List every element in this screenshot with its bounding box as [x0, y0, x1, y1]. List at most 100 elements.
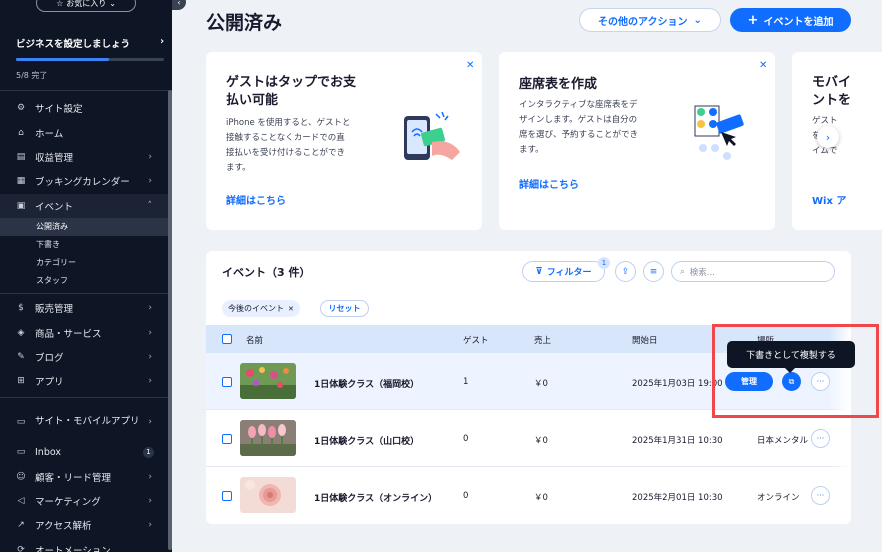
more-actions-button[interactable]: その他のアクション ⌄: [579, 8, 721, 32]
reset-button[interactable]: リセット: [320, 300, 369, 317]
sidebar-item-automation[interactable]: ⟳ オートメーション: [0, 538, 172, 552]
apps-icon: ⊞: [17, 376, 25, 387]
sidebar-item-analytics[interactable]: ↗ アクセス解析 ›: [0, 513, 172, 537]
sidebar-item-revenue[interactable]: ▤ 収益管理 ›: [0, 145, 172, 169]
carousel-next-button[interactable]: ›: [817, 126, 839, 148]
sidebar-item-site-settings[interactable]: ⚙ サイト設定: [0, 96, 172, 120]
sidebar-item-booking-calendar[interactable]: ▦ ブッキングカレンダー ›: [0, 169, 172, 193]
event-location: 日本メンタル: [757, 436, 809, 446]
sliders-icon: ≡: [649, 266, 658, 277]
sidebar-item-apps[interactable]: ⊞ アプリ ›: [0, 369, 172, 393]
row-checkbox[interactable]: [222, 434, 232, 444]
column-name[interactable]: 名前: [246, 334, 263, 346]
card-title-line: ゲストはタップでお支: [226, 75, 357, 90]
promo-card-seating-chart: ✕ 座席表を作成 インタラクティブな座席表をデ ザインします。ゲストは自分の 席…: [499, 52, 775, 230]
sidebar-item-marketing[interactable]: ◁ マーケティング ›: [0, 489, 172, 513]
sidebar-nav-2: $ 販売管理 › ◈ 商品・サービス › ✎ ブログ › ⊞ アプリ ›: [0, 296, 172, 394]
setup-progress-fill: [16, 58, 109, 61]
sidebar-item-products[interactable]: ◈ 商品・サービス ›: [0, 320, 172, 344]
more-options-button[interactable]: ···: [811, 429, 830, 448]
sidebar-subitem-staff[interactable]: スタッフ: [0, 272, 172, 290]
calendar-icon: ▦: [16, 176, 26, 187]
export-button[interactable]: ⇪: [615, 261, 636, 282]
filter-count-badge: 1: [598, 257, 610, 269]
sidebar-subitem-categories[interactable]: カテゴリー: [0, 254, 172, 272]
sidebar-item-sales[interactable]: $ 販売管理 ›: [0, 296, 172, 320]
sidebar-item-inbox[interactable]: ▭ Inbox 1: [0, 440, 172, 464]
learn-more-link[interactable]: 詳細はこちら: [519, 176, 579, 191]
card-title-line: ントを: [812, 93, 852, 108]
learn-more-link[interactable]: Wix ア: [812, 192, 846, 207]
chevron-right-icon: ›: [825, 130, 831, 144]
sidebar-item-events[interactable]: ▣ イベント ˄: [0, 193, 172, 218]
card-text-line: ます。: [226, 163, 251, 173]
sidebar-scrollbar[interactable]: [168, 90, 172, 550]
event-sales: ￥0: [534, 379, 548, 389]
learn-more-link[interactable]: 詳細はこちら: [226, 192, 286, 207]
filter-icon: ⊽: [535, 266, 543, 277]
row-checkbox[interactable]: [222, 377, 232, 387]
plus-icon: +: [747, 12, 759, 28]
card-text-line: 席を選び、予約することができ: [519, 130, 639, 140]
favorites-button[interactable]: ☆ お気に入り ⌄: [36, 0, 136, 12]
card-text: iPhone を使用すると、ゲストと 接触することなくカードでの直 接払いを受け…: [226, 116, 351, 176]
sidebar-item-site-mobile-app[interactable]: ▭ サイト・モバイルアプリ ›: [0, 404, 172, 440]
chevron-up-icon: ˄: [147, 200, 153, 211]
filter-button[interactable]: ⊽ フィルター: [522, 261, 605, 282]
page-title: 公開済み: [206, 12, 283, 34]
dollar-icon: $: [18, 303, 24, 314]
close-icon[interactable]: ✕: [466, 60, 474, 71]
sidebar-item-blog[interactable]: ✎ ブログ ›: [0, 345, 172, 369]
column-start-date[interactable]: 開始日: [632, 334, 658, 346]
sidebar-item-label: アプリ: [35, 377, 64, 389]
chevron-right-icon: ›: [148, 495, 152, 506]
sidebar-item-label: ホーム: [35, 128, 64, 140]
chip-label: 今後のイベント: [228, 304, 284, 313]
sidebar-item-contacts[interactable]: ☺ 顧客・リード管理 ›: [0, 464, 172, 488]
row-checkbox[interactable]: [222, 491, 232, 501]
gear-icon: ⚙: [16, 103, 26, 114]
highlight-box: [712, 324, 879, 418]
chevron-right-icon: ›: [148, 376, 152, 387]
event-name[interactable]: 1日体験クラス（福岡校）: [314, 377, 419, 390]
column-sales[interactable]: 売上: [534, 334, 551, 346]
card-text-line: iPhone を使用すると、ゲストと: [226, 118, 351, 128]
select-all-checkbox[interactable]: [222, 334, 232, 344]
table-row[interactable]: 1日体験クラス（山口校） 0 ￥0 2025年1月31日 10:30 日本メンタ…: [206, 410, 851, 467]
card-title: 座席表を作成: [519, 77, 598, 92]
setup-title: ビジネスを設定しましょう: [16, 39, 131, 50]
event-thumbnail: [240, 363, 296, 399]
event-sales: ￥0: [534, 493, 548, 503]
event-start-date: 2025年2月01日 10:30: [632, 493, 723, 503]
event-name[interactable]: 1日体験クラス（オンライン）: [314, 491, 437, 504]
sidebar-item-label: 販売管理: [35, 304, 74, 316]
setup-progress[interactable]: ビジネスを設定しましょう › 5/8 完了: [16, 36, 164, 81]
search-placeholder: 検索...: [689, 267, 715, 278]
sidebar-item-label: オートメーション: [35, 545, 111, 552]
filter-chip-upcoming[interactable]: 今後のイベント ✕: [222, 300, 300, 317]
close-icon[interactable]: ✕: [288, 305, 294, 313]
inbox-badge: 1: [143, 446, 154, 458]
customize-columns-button[interactable]: ≡: [643, 261, 664, 282]
card-title: モバイ ントを: [812, 74, 851, 110]
column-guests[interactable]: ゲスト: [463, 334, 489, 346]
sidebar-item-label: イベント: [35, 201, 74, 213]
chevron-right-icon: ›: [148, 327, 152, 338]
event-icon: ▣: [16, 200, 26, 211]
sidebar-item-home[interactable]: ⌂ ホーム: [0, 120, 172, 144]
sidebar-collapse-button[interactable]: ‹: [172, 0, 186, 10]
add-event-button[interactable]: + イベントを追加: [730, 8, 851, 32]
search-input[interactable]: ⌕ 検索...: [671, 261, 835, 282]
sidebar-subitem-drafts[interactable]: 下書き: [0, 236, 172, 254]
sidebar-subitem-published[interactable]: 公開済み: [0, 217, 172, 236]
more-options-button[interactable]: ···: [811, 486, 830, 505]
events-count-title: イベント（3 件）: [222, 266, 311, 279]
sidebar: ☆ お気に入り ⌄ ビジネスを設定しましょう › 5/8 完了 ⚙ サイト設定 ⌂…: [0, 0, 172, 552]
table-row[interactable]: 1日体験クラス（オンライン） 0 ￥0 2025年2月01日 10:30 オンラ…: [206, 467, 851, 524]
divider: [0, 90, 172, 91]
close-icon[interactable]: ✕: [759, 60, 767, 71]
card-text-line: インタラクティブな座席表をデ: [519, 100, 638, 110]
add-event-label: イベントを追加: [763, 16, 834, 28]
divider: [0, 293, 172, 294]
event-name[interactable]: 1日体験クラス（山口校）: [314, 434, 419, 447]
